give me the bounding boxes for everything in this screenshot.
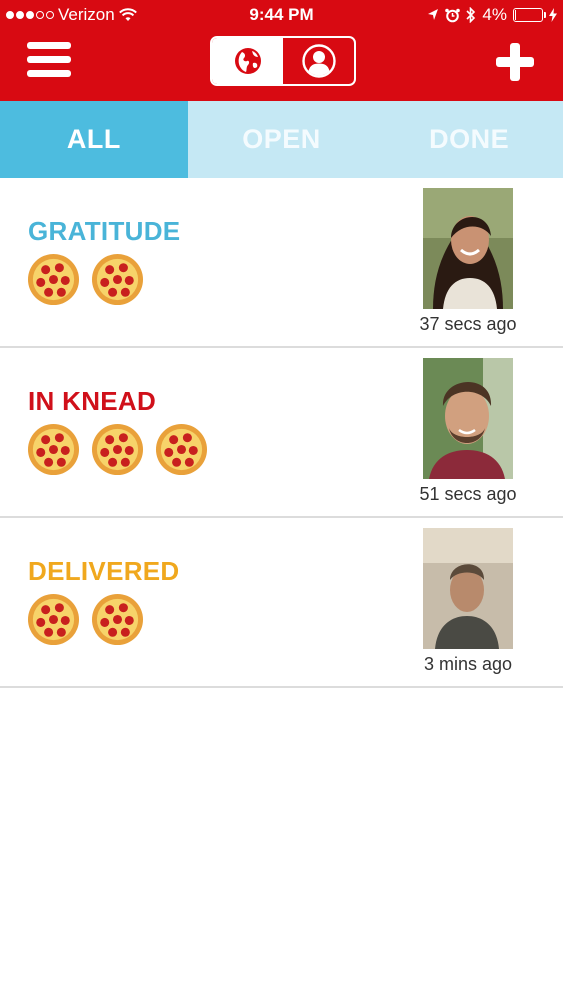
user-photo[interactable]: [423, 528, 513, 649]
time-ago: 37 secs ago: [419, 314, 517, 334]
pizza-icon: [91, 593, 144, 646]
item-title: IN KNEAD: [28, 386, 157, 416]
location-arrow-icon: [428, 9, 439, 20]
charging-bolt-icon: [549, 8, 557, 22]
bluetooth-icon: [466, 7, 476, 23]
segment-global[interactable]: [212, 38, 283, 84]
user-profile-icon: [301, 44, 336, 78]
segment-personal[interactable]: [283, 38, 354, 84]
pizza-count: [27, 253, 144, 306]
pizza-icon: [27, 593, 80, 646]
pizza-icon: [27, 253, 80, 306]
item-title: DELIVERED: [28, 556, 180, 586]
filter-tabs: ALL OPEN DONE: [0, 101, 563, 178]
list-item[interactable]: DELIVERED 3 mins ago: [0, 518, 563, 688]
top-bar: Verizon 9:44 PM 4%: [0, 0, 563, 101]
menu-button[interactable]: [27, 42, 71, 78]
tab-open[interactable]: OPEN: [188, 101, 376, 178]
item-title: GRATITUDE: [28, 216, 181, 246]
pizza-count: [27, 423, 208, 476]
time-ago: 51 secs ago: [419, 484, 517, 504]
battery-icon: [513, 8, 546, 22]
pizza-icon: [91, 423, 144, 476]
tab-all[interactable]: ALL: [0, 101, 188, 178]
add-button[interactable]: [496, 43, 534, 81]
list-item[interactable]: GRATITUDE 37 secs ago: [0, 178, 563, 348]
tab-done[interactable]: DONE: [375, 101, 563, 178]
user-photo[interactable]: [423, 358, 513, 479]
pizza-icon: [91, 253, 144, 306]
list-item[interactable]: IN KNEAD 51 secs ago: [0, 348, 563, 518]
pizza-count: [27, 593, 144, 646]
view-segmented-control: [210, 36, 356, 86]
pizza-icon: [155, 423, 208, 476]
pizza-icon: [27, 423, 80, 476]
feed-list: GRATITUDE 37 secs ago IN KNEAD 51 secs a…: [0, 178, 563, 688]
alarm-clock-icon: [445, 8, 461, 22]
status-bar: Verizon 9:44 PM 4%: [0, 0, 563, 30]
status-right-group: 4%: [427, 5, 557, 25]
globe-icon: [234, 48, 261, 74]
time-ago: 3 mins ago: [423, 654, 513, 674]
battery-percent: 4%: [482, 5, 507, 24]
user-photo[interactable]: [423, 188, 513, 309]
